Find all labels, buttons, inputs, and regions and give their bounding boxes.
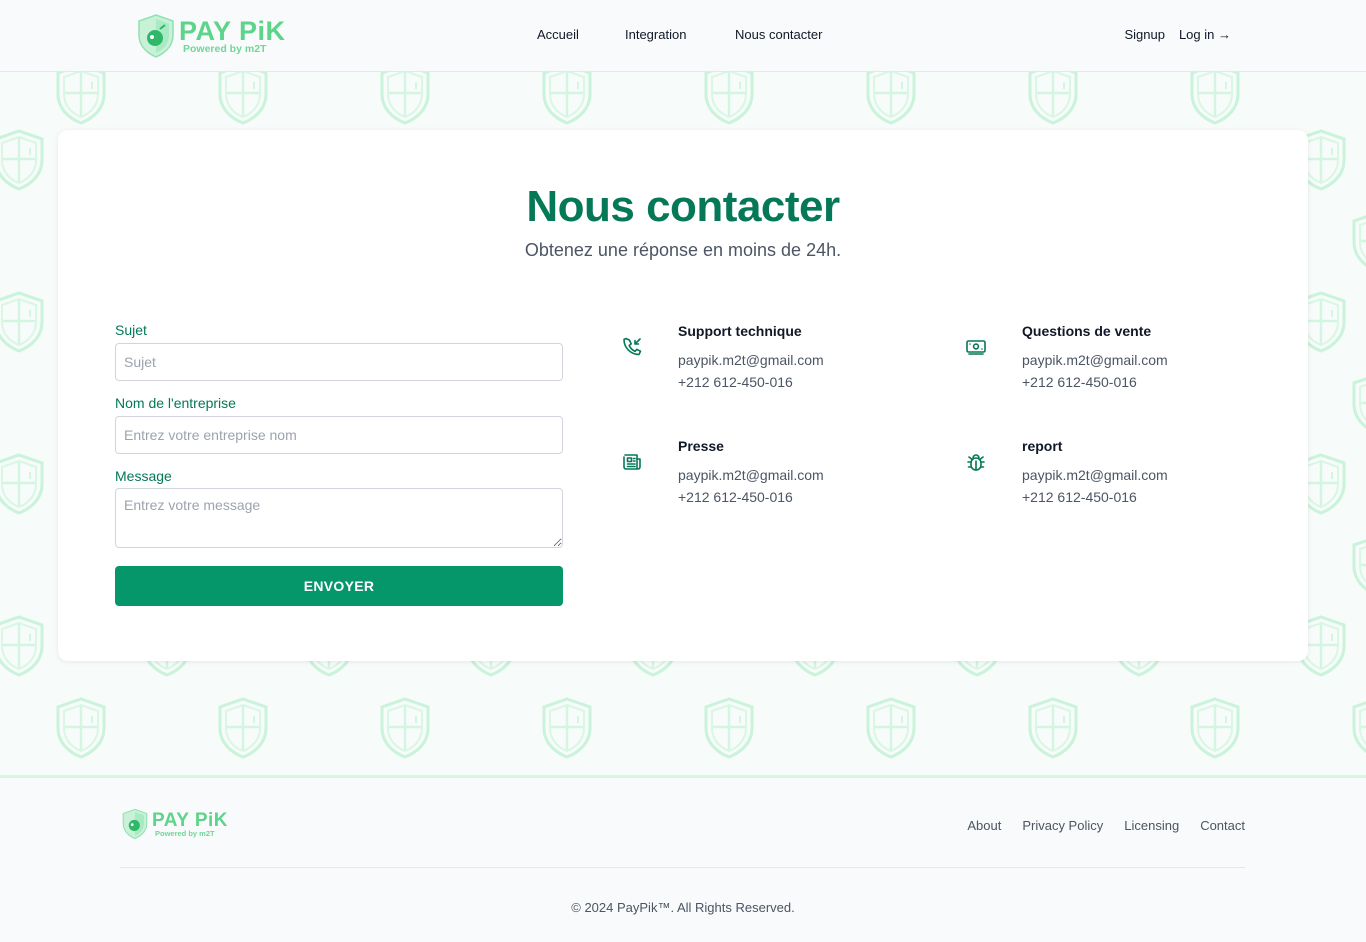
footer-nav: About Privacy Policy Licensing Contact [967, 818, 1245, 833]
send-button[interactable]: ENVOYER [115, 566, 563, 606]
shield-pattern-icon [704, 697, 754, 759]
subject-label: Sujet [115, 322, 147, 338]
footer-link-about[interactable]: About [967, 818, 1001, 833]
footer-divider [120, 867, 1245, 868]
shield-pattern-icon [0, 453, 44, 515]
logo-title: PAY PiK [179, 15, 286, 46]
shield-pattern-icon [1352, 701, 1366, 753]
contact-email[interactable]: paypik.m2t@gmail.com [1022, 352, 1168, 368]
shield-logo-icon [138, 14, 174, 58]
contact-email[interactable]: paypik.m2t@gmail.com [678, 467, 824, 483]
auth-links: Signup Log in → [1124, 27, 1231, 42]
newspaper-icon [623, 454, 641, 470]
shield-pattern-icon [380, 697, 430, 759]
shield-pattern-icon [1352, 215, 1366, 267]
message-textarea[interactable] [115, 488, 563, 548]
company-input[interactable] [115, 416, 563, 454]
logo-title: PAY PiK [152, 809, 229, 831]
contact-title: Support technique [678, 323, 802, 339]
shield-pattern-icon [218, 697, 268, 759]
shield-pattern-icon [866, 697, 916, 759]
cash-icon [966, 340, 986, 355]
footer-link-privacy[interactable]: Privacy Policy [1022, 818, 1103, 833]
contact-phone[interactable]: +212 612-450-016 [678, 374, 793, 390]
footer-logo[interactable]: PAY PiK Powered by m2T [120, 808, 228, 840]
copyright: © 2024 PayPik™. All Rights Reserved. [571, 900, 795, 915]
contact-email[interactable]: paypik.m2t@gmail.com [678, 352, 824, 368]
contact-phone[interactable]: +212 612-450-016 [678, 489, 793, 505]
shield-pattern-icon [1028, 697, 1078, 759]
login-link[interactable]: Log in → [1179, 27, 1231, 42]
contact-card: Nous contacter Obtenez une réponse en mo… [58, 130, 1308, 661]
nav-nous-contacter[interactable]: Nous contacter [735, 27, 822, 42]
signup-link[interactable]: Signup [1124, 27, 1164, 42]
footer: PAY PiK Powered by m2T About Privacy Pol… [0, 775, 1366, 942]
contact-title: Questions de vente [1022, 323, 1152, 339]
page-subtitle: Obtenez une réponse en moins de 24h. [524, 240, 842, 260]
contact-title: Presse [678, 438, 724, 454]
company-label: Nom de l'entreprise [115, 395, 236, 411]
phone-incoming-icon [623, 337, 642, 356]
shield-pattern-icon [542, 697, 592, 759]
bug-icon [967, 454, 985, 471]
message-label: Message [115, 468, 172, 484]
contact-phone[interactable]: +212 612-450-016 [1022, 374, 1137, 390]
shield-pattern-icon [56, 697, 106, 759]
shield-pattern-icon [1352, 539, 1366, 591]
contact-title: report [1022, 438, 1063, 454]
paypik-logo[interactable]: PAY PiK Powered by m2T [135, 13, 286, 59]
subject-input[interactable] [115, 343, 563, 381]
shield-pattern-icon [0, 615, 44, 677]
shield-logo-icon [122, 808, 148, 840]
contact-form: Sujet Nom de l'entreprise Message ENVOYE… [115, 322, 563, 606]
page-title: Nous contacter [526, 182, 840, 231]
shield-pattern-icon [0, 291, 44, 353]
shield-pattern-icon [1190, 697, 1240, 759]
nav-accueil[interactable]: Accueil [537, 27, 579, 42]
shield-pattern-icon [1352, 377, 1366, 429]
contact-email[interactable]: paypik.m2t@gmail.com [1022, 467, 1168, 483]
shield-pattern-icon [0, 129, 44, 191]
footer-link-licensing[interactable]: Licensing [1124, 818, 1179, 833]
footer-link-contact[interactable]: Contact [1200, 818, 1245, 833]
nav-integration[interactable]: Integration [625, 27, 686, 42]
contact-phone[interactable]: +212 612-450-016 [1022, 489, 1137, 505]
top-navbar: PAY PiK Powered by m2T Accueil Integrati… [0, 0, 1366, 72]
logo-tagline: Powered by m2T [155, 828, 215, 838]
